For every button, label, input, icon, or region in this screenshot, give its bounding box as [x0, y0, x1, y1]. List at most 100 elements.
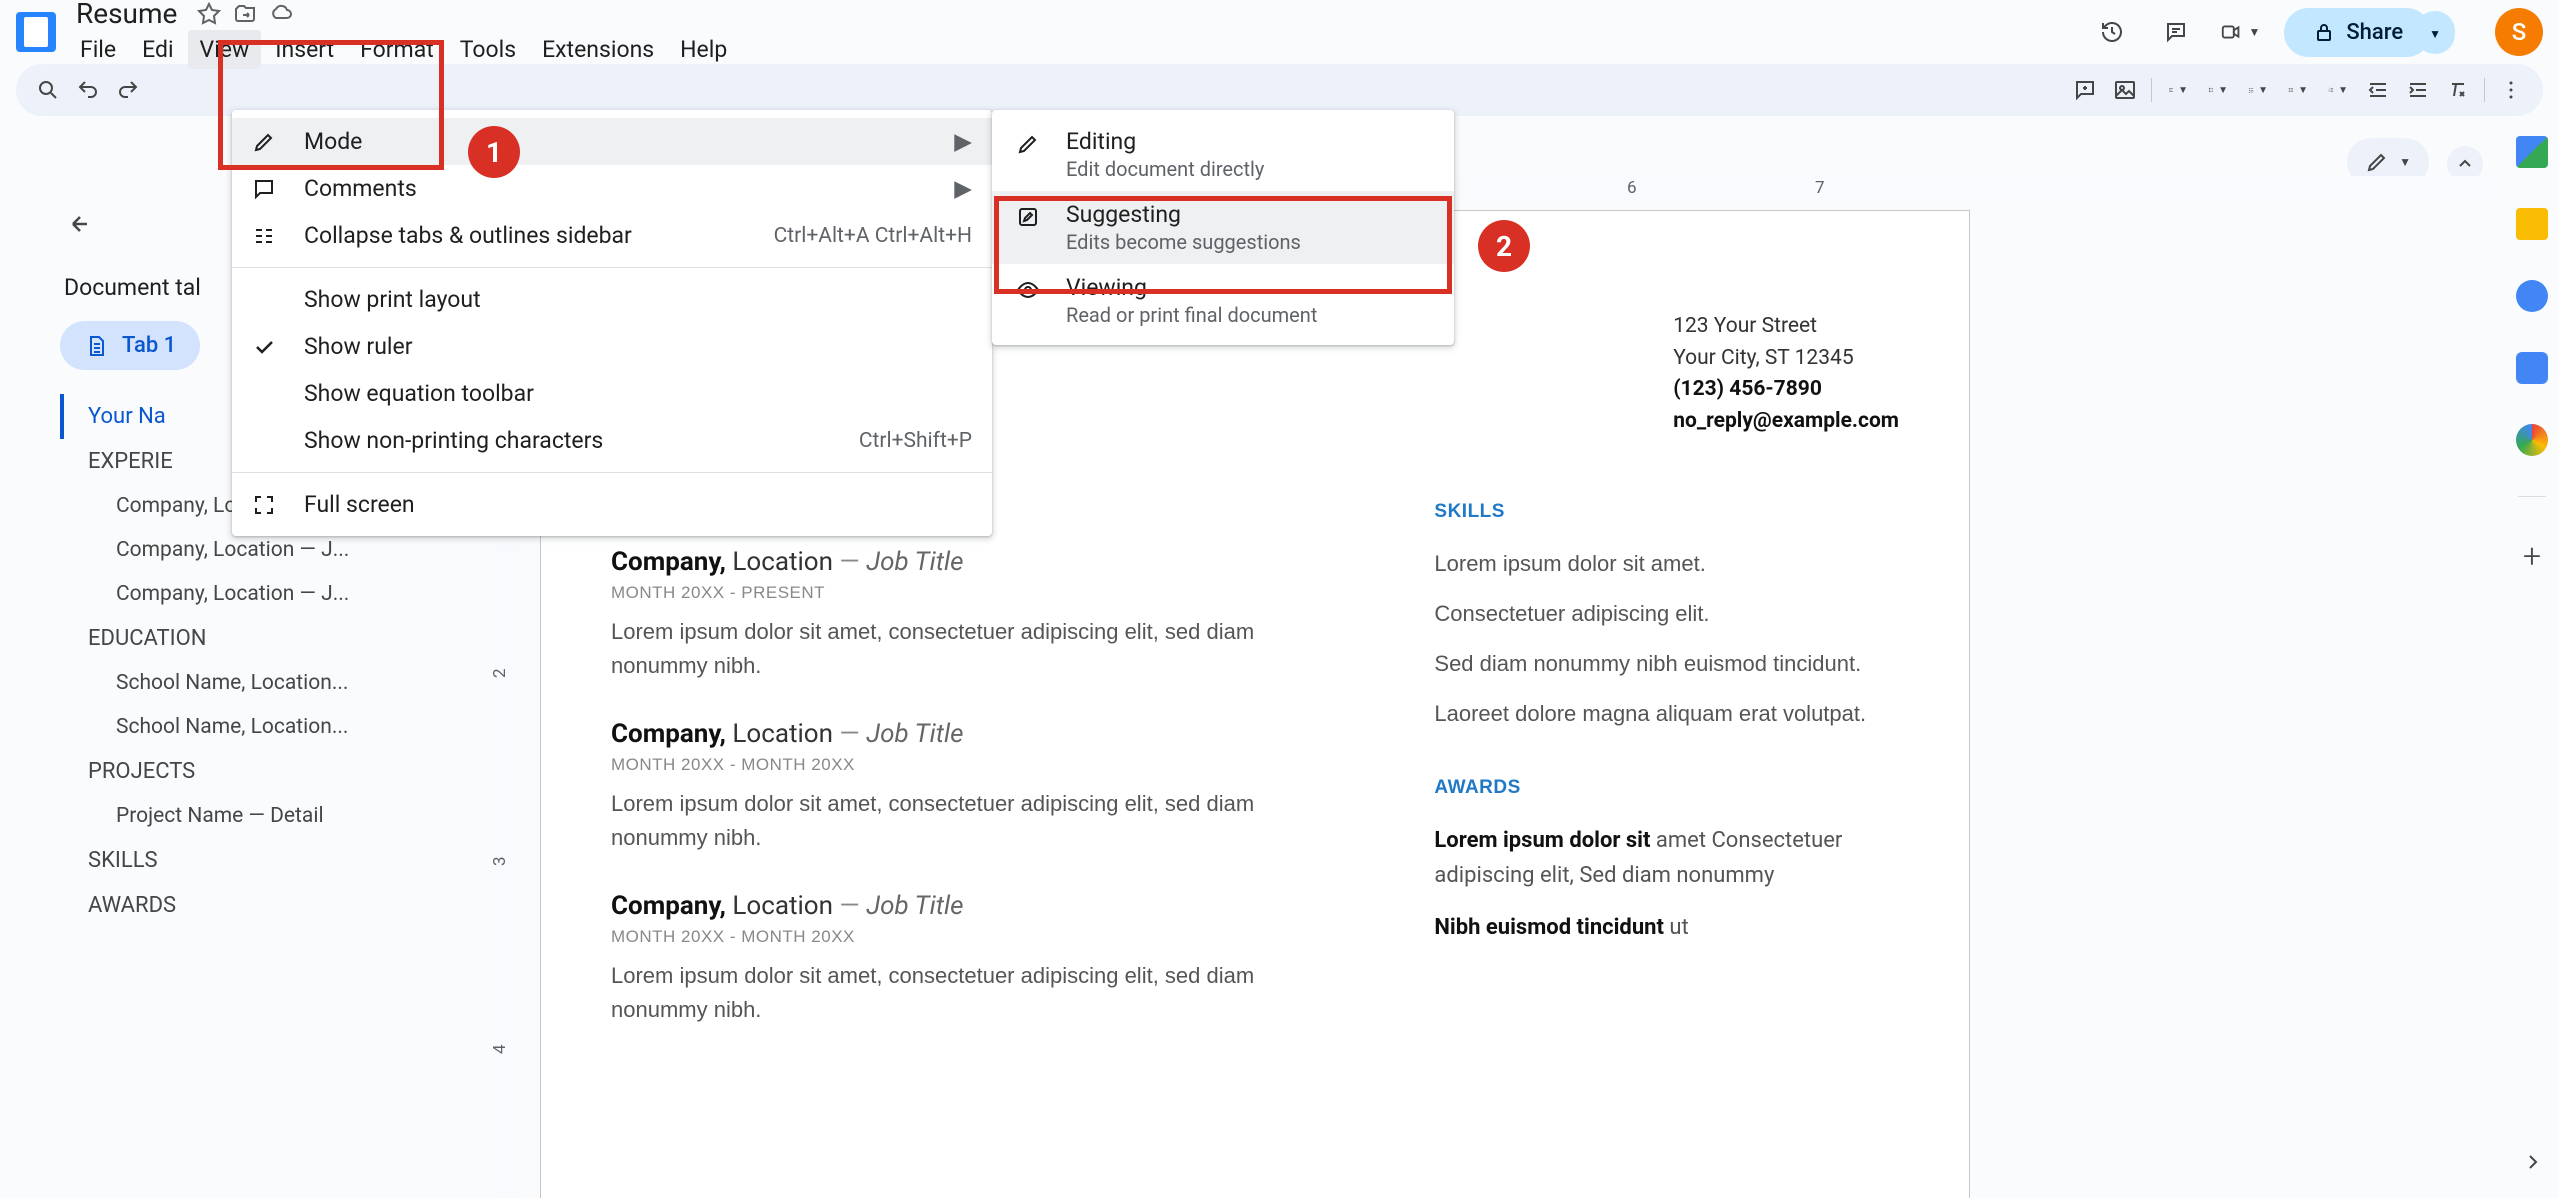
contact-city: Your City, ST 12345 [1673, 343, 1899, 375]
share-dropdown[interactable]: ▼ [2415, 11, 2455, 54]
view-ruler-item[interactable]: Show ruler [232, 323, 992, 370]
line-spacing-dropdown[interactable]: ▼ [2200, 72, 2236, 108]
contacts-app-icon[interactable] [2516, 352, 2548, 384]
redo-icon[interactable] [110, 72, 146, 108]
calendar-app-icon[interactable] [2516, 136, 2548, 168]
clear-formatting-icon[interactable] [2440, 72, 2476, 108]
user-avatar[interactable]: S [2495, 8, 2543, 56]
move-icon[interactable] [233, 2, 257, 26]
history-icon[interactable] [2092, 12, 2132, 52]
outline-item[interactable]: Project Name — Detail [60, 794, 470, 838]
more-tools-icon[interactable] [2493, 72, 2529, 108]
view-print-layout-item[interactable]: Show print layout [232, 276, 992, 323]
mode-viewing-item[interactable]: Viewing Read or print final document [992, 264, 1454, 337]
cloud-status-icon[interactable] [269, 2, 293, 26]
view-comments-item[interactable]: Comments ▶ [232, 165, 992, 212]
menu-item-label: Full screen [304, 491, 972, 518]
view-nonprinting-item[interactable]: Show non-printing characters Ctrl+Shift+… [232, 417, 992, 464]
job-entry[interactable]: Company, Location — Job Title MONTH 20XX… [611, 891, 1354, 1027]
checklist-dropdown[interactable]: ▼ [2240, 72, 2276, 108]
contact-email: no_reply@example.com [1673, 406, 1899, 438]
job-desc: Lorem ipsum dolor sit amet, consectetuer… [611, 787, 1354, 855]
outline-item[interactable]: School Name, Location... [60, 661, 470, 705]
suggesting-icon [1016, 201, 1052, 233]
document-title[interactable]: Resume [68, 0, 185, 32]
indent-increase-icon[interactable] [2400, 72, 2436, 108]
view-mode-item[interactable]: Mode ▶ [232, 118, 992, 165]
menu-tools[interactable]: Tools [448, 30, 528, 69]
meet-icon[interactable]: ▼ [2220, 12, 2260, 52]
menu-item-label: Collapse tabs & outlines sidebar [304, 222, 774, 249]
menu-format[interactable]: Format [348, 30, 446, 69]
hide-panel-chevron[interactable] [2521, 1150, 2545, 1178]
menu-file[interactable]: File [68, 30, 128, 69]
comments-icon[interactable] [2156, 12, 2196, 52]
award-item[interactable]: Nibh euismod tincidunt ut [1434, 910, 1899, 945]
section-heading[interactable]: SKILLS [1434, 501, 1899, 523]
skill-item[interactable]: Lorem ipsum dolor sit amet. [1434, 547, 1899, 581]
outline-item[interactable]: PROJECTS [60, 749, 470, 794]
share-label: Share [2346, 20, 2403, 45]
insert-image-icon[interactable] [2107, 72, 2143, 108]
eye-icon [1016, 274, 1052, 306]
search-icon[interactable] [30, 72, 66, 108]
bullet-list-dropdown[interactable]: ▼ [2280, 72, 2316, 108]
job-dates: MONTH 20XX - PRESENT [611, 583, 1354, 603]
submenu-title: Viewing [1066, 274, 1317, 301]
menu-insert[interactable]: Insert [263, 30, 346, 69]
submenu-arrow-icon: ▶ [954, 128, 972, 155]
menu-view[interactable]: View [188, 30, 262, 69]
contact-phone: (123) 456-7890 [1673, 374, 1899, 406]
view-collapse-item[interactable]: Collapse tabs & outlines sidebar Ctrl+Al… [232, 212, 992, 259]
job-desc: Lorem ipsum dolor sit amet, consectetuer… [611, 959, 1354, 1027]
add-addon-button[interactable]: + [2523, 537, 2541, 575]
view-equation-item[interactable]: Show equation toolbar [232, 370, 992, 417]
section-heading[interactable]: AWARDS [1434, 777, 1899, 799]
svg-text:3: 3 [2329, 91, 2330, 93]
numbered-list-dropdown[interactable]: 123▼ [2320, 72, 2356, 108]
mode-editing-item[interactable]: Editing Edit document directly [992, 118, 1454, 191]
skill-item[interactable]: Sed diam nonummy nibh euismod tincidunt. [1434, 647, 1899, 681]
tab-1-pill[interactable]: Tab 1 [60, 321, 200, 370]
indent-decrease-icon[interactable] [2360, 72, 2396, 108]
app-header: Resume File Edi View Insert Format Tools… [0, 0, 2559, 64]
insert-comment-icon[interactable] [2067, 72, 2103, 108]
skill-item[interactable]: Consectetuer adipiscing elit. [1434, 597, 1899, 631]
star-icon[interactable] [197, 2, 221, 26]
job-entry[interactable]: Company, Location — Job Title MONTH 20XX… [611, 547, 1354, 683]
menu-item-label: Show ruler [304, 333, 972, 360]
view-fullscreen-item[interactable]: Full screen [232, 481, 992, 528]
maps-app-icon[interactable] [2516, 424, 2548, 456]
contact-block[interactable]: 123 Your Street Your City, ST 12345 (123… [1673, 301, 1899, 441]
skill-item[interactable]: Laoreet dolore magna aliquam erat volutp… [1434, 697, 1899, 731]
toolbar: ▼ ▼ ▼ ▼ 123▼ [16, 64, 2543, 116]
menu-item-label: Show print layout [304, 286, 972, 313]
keep-app-icon[interactable] [2516, 208, 2548, 240]
menu-item-label: Mode [304, 128, 954, 155]
job-entry[interactable]: Company, Location — Job Title MONTH 20XX… [611, 719, 1354, 855]
award-item[interactable]: Lorem ipsum dolor sit amet Consectetuer … [1434, 823, 1899, 893]
lock-icon [2312, 20, 2336, 44]
menu-edit[interactable]: Edi [130, 30, 185, 69]
menu-help[interactable]: Help [668, 30, 739, 69]
menu-item-label: Comments [304, 175, 954, 202]
undo-icon[interactable] [70, 72, 106, 108]
contact-street: 123 Your Street [1673, 311, 1899, 343]
back-button[interactable] [60, 204, 100, 244]
mode-suggesting-item[interactable]: Suggesting Edits become suggestions [992, 191, 1454, 264]
tasks-app-icon[interactable] [2516, 280, 2548, 312]
outline-item[interactable]: Company, Location — J... [60, 572, 470, 616]
share-button[interactable]: Share [2284, 8, 2431, 57]
outline-item[interactable]: EDUCATION [60, 616, 470, 661]
pencil-icon [252, 130, 288, 154]
menu-extensions[interactable]: Extensions [530, 30, 666, 69]
view-menu-dropdown: Mode ▶ Comments ▶ Collapse tabs & outlin… [232, 110, 992, 536]
outline-item[interactable]: SKILLS [60, 838, 470, 883]
align-dropdown[interactable]: ▼ [2160, 72, 2196, 108]
job-dates: MONTH 20XX - MONTH 20XX [611, 927, 1354, 947]
outline-item[interactable]: School Name, Location... [60, 705, 470, 749]
docs-logo[interactable] [16, 12, 56, 52]
outline-item[interactable]: AWARDS [60, 883, 470, 928]
menu-bar: File Edi View Insert Format Tools Extens… [68, 30, 739, 69]
submenu-desc: Read or print final document [1066, 303, 1317, 327]
